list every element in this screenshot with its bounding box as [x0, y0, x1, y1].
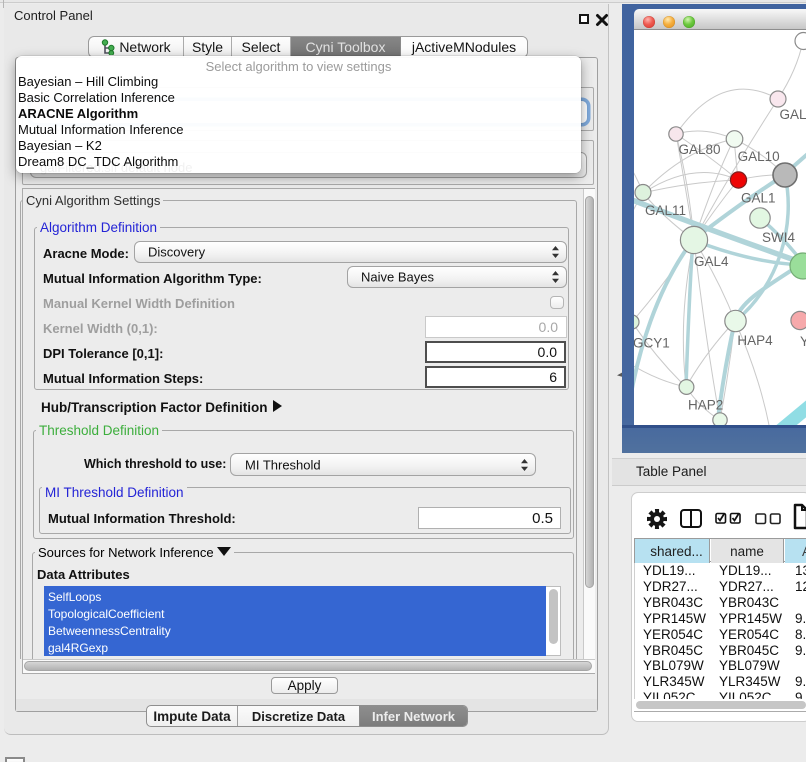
- svg-text:GAL80: GAL80: [679, 142, 721, 157]
- svg-text:GCY1: GCY1: [634, 336, 670, 351]
- svg-text:Y: Y: [800, 334, 806, 349]
- svg-text:GAL11: GAL11: [645, 203, 686, 218]
- svg-text:HAP4: HAP4: [737, 333, 773, 348]
- svg-text:SWI4: SWI4: [762, 230, 795, 245]
- svg-text:GAL: GAL: [780, 107, 806, 122]
- svg-text:GAL1: GAL1: [741, 191, 776, 206]
- svg-text:HAP2: HAP2: [688, 398, 723, 413]
- svg-text:GAL4: GAL4: [694, 254, 729, 269]
- svg-text:GAL10: GAL10: [738, 149, 780, 164]
